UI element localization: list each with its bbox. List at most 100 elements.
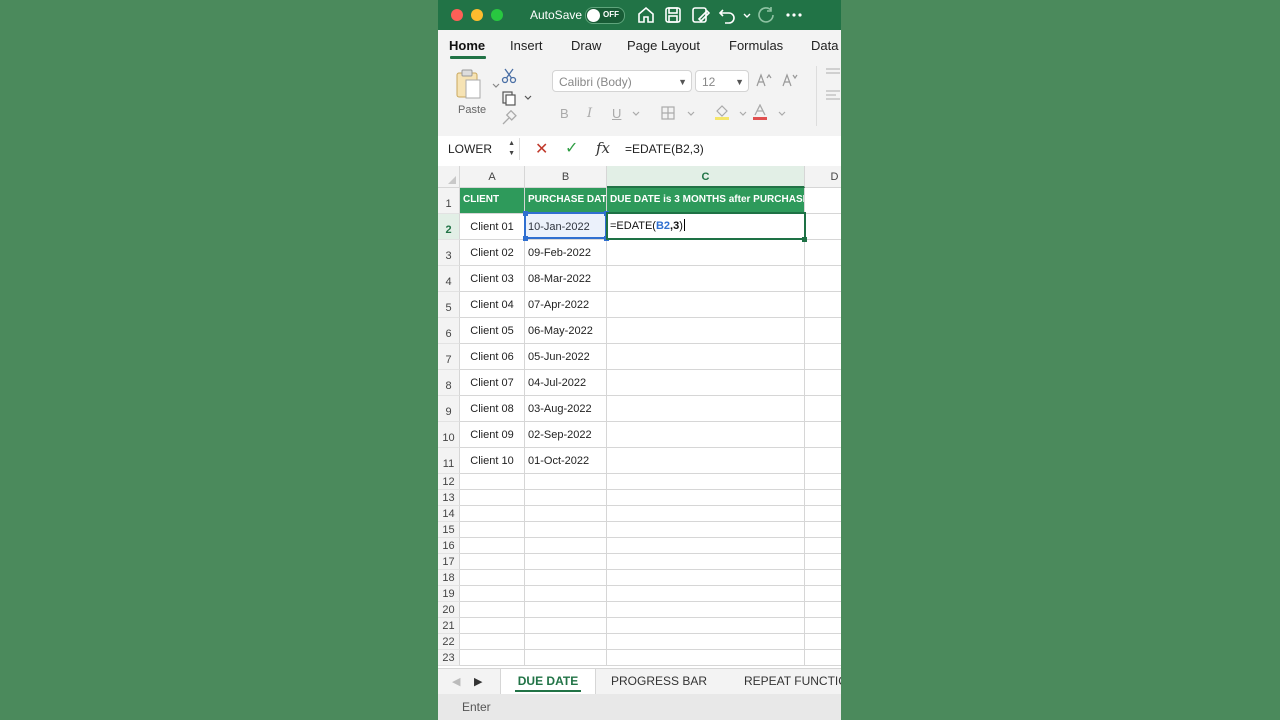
cell-client[interactable]: Client 07 — [460, 370, 525, 396]
worksheet-grid[interactable]: A B C D 1 CLIENT PURCHASE DATE DUE DATE is … — [438, 162, 841, 668]
align-top-icon[interactable] — [824, 66, 840, 82]
align-left-icon[interactable] — [824, 88, 840, 104]
grid-cell[interactable] — [607, 554, 805, 570]
grid-cell[interactable] — [805, 538, 841, 554]
cancel-formula-icon[interactable]: ✕ — [535, 139, 548, 159]
row-header[interactable]: 18 — [438, 570, 460, 586]
cell-client[interactable]: Client 10 — [460, 448, 525, 474]
grid-cell[interactable] — [607, 422, 805, 448]
grid-cell[interactable] — [805, 506, 841, 522]
grid-cell[interactable] — [607, 586, 805, 602]
grid-cell[interactable] — [460, 586, 525, 602]
grid-cell[interactable] — [805, 188, 841, 214]
column-header-d[interactable]: D — [805, 166, 841, 188]
font-color-dropdown-icon[interactable] — [774, 106, 786, 122]
row-header[interactable]: 22 — [438, 634, 460, 650]
grid-cell[interactable] — [607, 522, 805, 538]
grid-cell[interactable] — [805, 292, 841, 318]
tab-home[interactable]: Home — [449, 38, 485, 53]
select-all-corner[interactable] — [438, 166, 460, 188]
cell-purchase-date[interactable]: 01-Oct-2022 — [525, 448, 607, 474]
home-icon[interactable] — [636, 5, 656, 25]
grid-cell[interactable] — [525, 522, 607, 538]
more-icon[interactable] — [784, 5, 804, 25]
grid-cell[interactable] — [607, 490, 805, 506]
grid-cell[interactable] — [607, 474, 805, 490]
cell-client[interactable]: Client 05 — [460, 318, 525, 344]
cell-client[interactable]: Client 04 — [460, 292, 525, 318]
cell-c2-editor[interactable]: =EDATE(B2,3) — [610, 219, 685, 232]
grid-cell[interactable] — [460, 634, 525, 650]
cell-purchase-date[interactable]: 05-Jun-2022 — [525, 344, 607, 370]
grid-cell[interactable] — [805, 490, 841, 506]
grid-cell[interactable] — [525, 602, 607, 618]
grid-cell[interactable] — [525, 586, 607, 602]
fill-color-icon[interactable] — [714, 104, 730, 120]
undo-dropdown-icon[interactable] — [737, 5, 751, 25]
grid-cell[interactable] — [460, 602, 525, 618]
redo-icon[interactable] — [756, 5, 776, 25]
row-header[interactable]: 1 — [438, 188, 460, 214]
grid-cell[interactable] — [525, 570, 607, 586]
grid-cell[interactable] — [460, 650, 525, 666]
tab-insert[interactable]: Insert — [510, 38, 543, 53]
row-header[interactable]: 8 — [438, 370, 460, 396]
cell-client[interactable]: Client 06 — [460, 344, 525, 370]
grid-cell[interactable] — [805, 396, 841, 422]
cell-client[interactable]: Client 09 — [460, 422, 525, 448]
cell-purchase-date[interactable]: 03-Aug-2022 — [525, 396, 607, 422]
grid-cell[interactable] — [805, 240, 841, 266]
row-header[interactable]: 17 — [438, 554, 460, 570]
grid-cell[interactable] — [525, 650, 607, 666]
underline-dropdown-icon[interactable] — [628, 106, 640, 122]
row-header[interactable]: 9 — [438, 396, 460, 422]
row-header[interactable]: 12 — [438, 474, 460, 490]
grid-cell[interactable] — [525, 538, 607, 554]
cell-client[interactable]: Client 02 — [460, 240, 525, 266]
grid-cell[interactable] — [805, 474, 841, 490]
row-header[interactable]: 7 — [438, 344, 460, 370]
row-header[interactable]: 14 — [438, 506, 460, 522]
cell-client[interactable]: Client 08 — [460, 396, 525, 422]
cell-purchase-date[interactable]: 04-Jul-2022 — [525, 370, 607, 396]
grid-cell[interactable] — [805, 602, 841, 618]
fill-color-dropdown-icon[interactable] — [735, 106, 747, 122]
autosave-toggle[interactable]: OFF — [585, 7, 625, 24]
row-header[interactable]: 11 — [438, 448, 460, 474]
grid-cell[interactable] — [607, 538, 805, 554]
tab-formulas[interactable]: Formulas — [729, 38, 783, 53]
paste-dropdown-icon[interactable] — [488, 78, 500, 94]
sheet-tab-progress-bar[interactable]: PROGRESS BAR — [598, 669, 720, 694]
grid-cell[interactable] — [805, 634, 841, 650]
next-sheet-icon[interactable]: ▶ — [474, 675, 482, 688]
tab-page-layout[interactable]: Page Layout — [627, 38, 700, 53]
previous-sheet-icon[interactable]: ◀ — [452, 675, 460, 688]
font-name-select[interactable]: Calibri (Body) ▼ — [552, 70, 692, 92]
grid-cell[interactable] — [460, 522, 525, 538]
grid-cell[interactable] — [460, 474, 525, 490]
close-window-button[interactable] — [451, 9, 463, 21]
row-header[interactable]: 21 — [438, 618, 460, 634]
range-handle[interactable] — [523, 211, 528, 216]
fill-handle[interactable] — [802, 237, 807, 242]
row-header[interactable]: 6 — [438, 318, 460, 344]
cell-purchase-date[interactable]: 07-Apr-2022 — [525, 292, 607, 318]
borders-dropdown-icon[interactable] — [683, 106, 695, 122]
name-box[interactable]: LOWER ▲ ▼ — [442, 138, 520, 160]
grid-cell[interactable] — [805, 522, 841, 538]
grid-cell[interactable] — [525, 634, 607, 650]
row-header[interactable]: 5 — [438, 292, 460, 318]
grid-cell[interactable] — [805, 448, 841, 474]
grid-cell[interactable] — [525, 554, 607, 570]
grid-cell[interactable] — [805, 554, 841, 570]
row-header[interactable]: 23 — [438, 650, 460, 666]
bold-button[interactable]: B — [560, 106, 569, 121]
header-purchase-date[interactable]: PURCHASE DATE — [525, 188, 607, 214]
grid-cell[interactable] — [607, 240, 805, 266]
grid-cell[interactable] — [607, 506, 805, 522]
paste-icon[interactable] — [454, 68, 484, 100]
grid-cell[interactable] — [607, 650, 805, 666]
name-box-stepper-icon[interactable]: ▲ ▼ — [508, 139, 515, 159]
cell-purchase-date[interactable]: 02-Sep-2022 — [525, 422, 607, 448]
grid-cell[interactable] — [607, 618, 805, 634]
